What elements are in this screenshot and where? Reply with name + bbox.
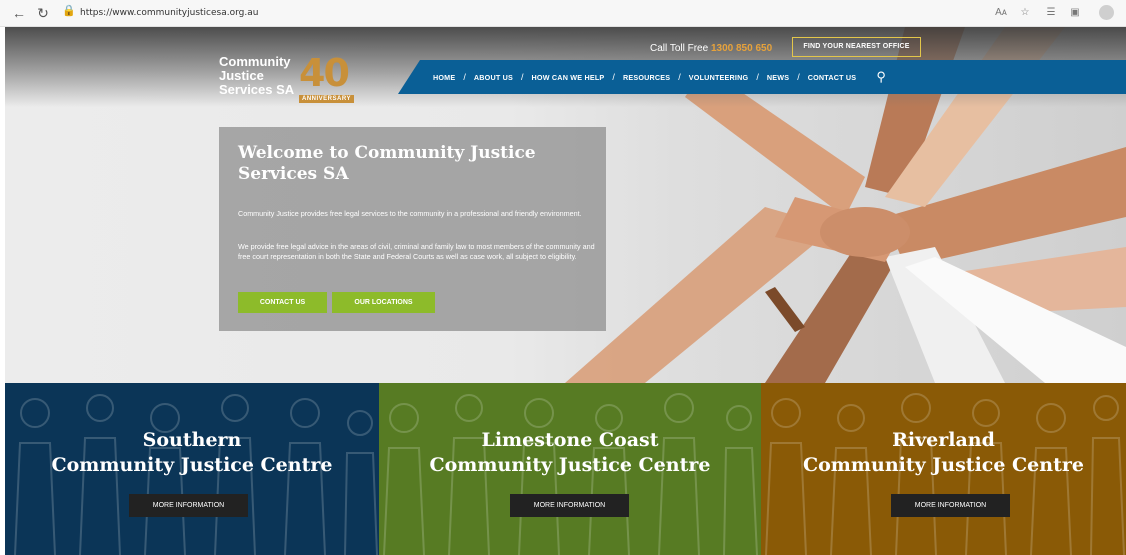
main-navigation: HOME / ABOUT US / HOW CAN WE HELP / RESO… [398,60,1126,94]
read-aloud-icon[interactable]: Aᴀ [992,4,1010,22]
welcome-panel: Welcome to Community Justice Services SA… [219,127,606,331]
centre-title-line: Limestone Coast [481,429,659,451]
centre-title-line: Community Justice Centre [429,454,711,476]
centre-title-line: Community Justice Centre [803,454,1084,476]
logo-line: Justice [219,68,264,83]
logo-line: Services SA [219,82,295,97]
nav-separator: / [521,72,524,82]
centre-title-line: Community Justice Centre [51,454,333,476]
refresh-icon[interactable]: ↻ [34,4,52,22]
favorites-star-icon[interactable]: ☆ [1016,4,1034,22]
centre-card-riverland[interactable]: Riverland Community Justice Centre MORE … [761,383,1126,555]
logo-text: Community Justice Services SA [219,55,294,97]
lock-icon[interactable]: 🔒 [62,4,76,17]
nav-separator: / [797,72,800,82]
welcome-paragraph: Community Justice provides free legal se… [238,209,582,218]
nav-separator: / [756,72,759,82]
nav-home[interactable]: HOME [433,73,455,82]
toll-free: Call Toll Free 1300 850 650 [650,43,772,54]
site-logo[interactable]: Community Justice Services SA 40 ANNIVER… [219,51,379,127]
logo-line: Community [219,54,291,69]
collections-icon[interactable]: ☰ [1042,4,1060,22]
nav-volunteering[interactable]: VOLUNTEERING [689,73,749,82]
our-locations-button[interactable]: OUR LOCATIONS [332,292,435,313]
anniversary-number: 40 [299,51,350,95]
welcome-paragraph: We provide free legal advice in the area… [238,242,595,261]
extensions-icon[interactable]: ▣ [1066,4,1084,22]
address-bar[interactable]: https://www.communityjusticesa.org.au [80,3,258,23]
centre-card-southern[interactable]: Southern Community Justice Centre MORE I… [5,383,379,555]
find-nearest-office-button[interactable]: FIND YOUR NEAREST OFFICE [792,37,921,57]
contact-us-button[interactable]: CONTACT US [238,292,327,313]
more-information-button[interactable]: MORE INFORMATION [129,494,248,517]
more-information-button[interactable]: MORE INFORMATION [891,494,1010,517]
profile-avatar-icon[interactable] [1099,5,1114,20]
toll-free-number[interactable]: 1300 850 650 [711,43,772,54]
nav-separator: / [678,72,681,82]
hero-section: Community Justice Services SA 40 ANNIVER… [5,27,1126,383]
nav-how-can-we-help[interactable]: HOW CAN WE HELP [532,73,605,82]
anniversary-badge: ANNIVERSARY [299,95,354,103]
centre-card-limestone-coast[interactable]: Limestone Coast Community Justice Centre… [379,383,761,555]
more-information-button[interactable]: MORE INFORMATION [510,494,629,517]
centre-title: Limestone Coast Community Justice Centre [379,428,761,478]
nav-separator: / [612,72,615,82]
centre-title: Southern Community Justice Centre [5,428,379,478]
toll-free-label: Call Toll Free [650,43,709,54]
browser-toolbar: ← ↻ 🔒 https://www.communityjusticesa.org… [0,0,1126,27]
welcome-title: Welcome to Community Justice Services SA [238,143,536,184]
centre-title-line: Riverland [892,429,995,451]
centre-title-line: Southern [142,429,242,451]
nav-resources[interactable]: RESOURCES [623,73,670,82]
centre-title: Riverland Community Justice Centre [761,428,1126,478]
nav-news[interactable]: NEWS [767,73,789,82]
nav-separator: / [463,72,466,82]
search-icon[interactable]: ⚲ [876,69,886,85]
nav-about-us[interactable]: ABOUT US [474,73,513,82]
nav-contact-us[interactable]: CONTACT US [808,73,857,82]
back-arrow-icon[interactable]: ← [10,4,28,22]
